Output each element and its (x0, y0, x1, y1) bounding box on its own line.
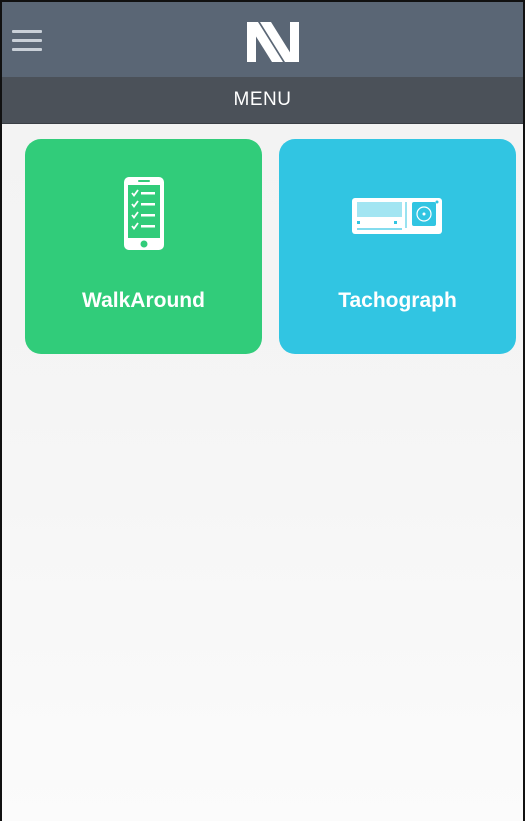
walkaround-tile[interactable]: WalkAround (25, 139, 262, 354)
menu-title-bar: MENU (2, 77, 523, 124)
top-app-bar (2, 2, 523, 77)
phone-checklist-icon (124, 177, 164, 250)
hamburger-menu-icon[interactable] (12, 30, 42, 52)
app-screen: MENU WalkAround Tachograph (0, 0, 525, 821)
app-logo-icon (247, 22, 299, 62)
page-title: MENU (233, 89, 292, 110)
tachograph-tile[interactable]: Tachograph (279, 139, 516, 354)
tachograph-label: Tachograph (338, 289, 457, 312)
tachograph-device-icon (352, 198, 442, 234)
walkaround-label: WalkAround (82, 289, 205, 312)
